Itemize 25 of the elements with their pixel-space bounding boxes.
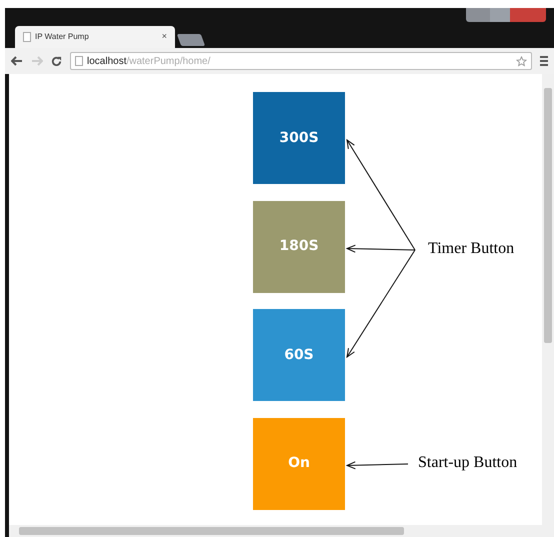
browser-tab[interactable]: IP Water Pump × <box>15 26 175 48</box>
forward-icon[interactable] <box>31 56 43 66</box>
arrow <box>346 461 408 470</box>
address-bar[interactable]: localhost/waterPump/home/ <box>70 52 532 70</box>
page-icon <box>23 32 31 42</box>
tab-title: IP Water Pump <box>35 31 90 43</box>
back-icon[interactable] <box>11 56 23 66</box>
annotation-label: Timer Button <box>428 241 514 257</box>
close-button[interactable] <box>510 8 546 22</box>
url-text: localhost/waterPump/home/ <box>87 54 210 68</box>
horizontal-scrollbar[interactable] <box>9 525 542 537</box>
tab-close-button[interactable]: × <box>162 30 167 44</box>
timer-button[interactable]: 60S <box>253 309 345 401</box>
page-icon <box>75 56 83 66</box>
menu-icon[interactable] <box>540 56 548 66</box>
vertical-scrollbar[interactable] <box>542 74 554 537</box>
reload-icon[interactable] <box>51 56 62 66</box>
minimize-button[interactable] <box>466 8 490 22</box>
annotation-label: Start-up Button <box>418 455 518 471</box>
scrollbar-thumb[interactable] <box>19 527 404 535</box>
maximize-button[interactable] <box>490 8 510 22</box>
scrollbar-thumb[interactable] <box>544 88 552 343</box>
timer-button[interactable]: 300S <box>253 92 345 184</box>
star-icon[interactable] <box>516 56 527 66</box>
new-tab-button[interactable] <box>176 34 206 46</box>
